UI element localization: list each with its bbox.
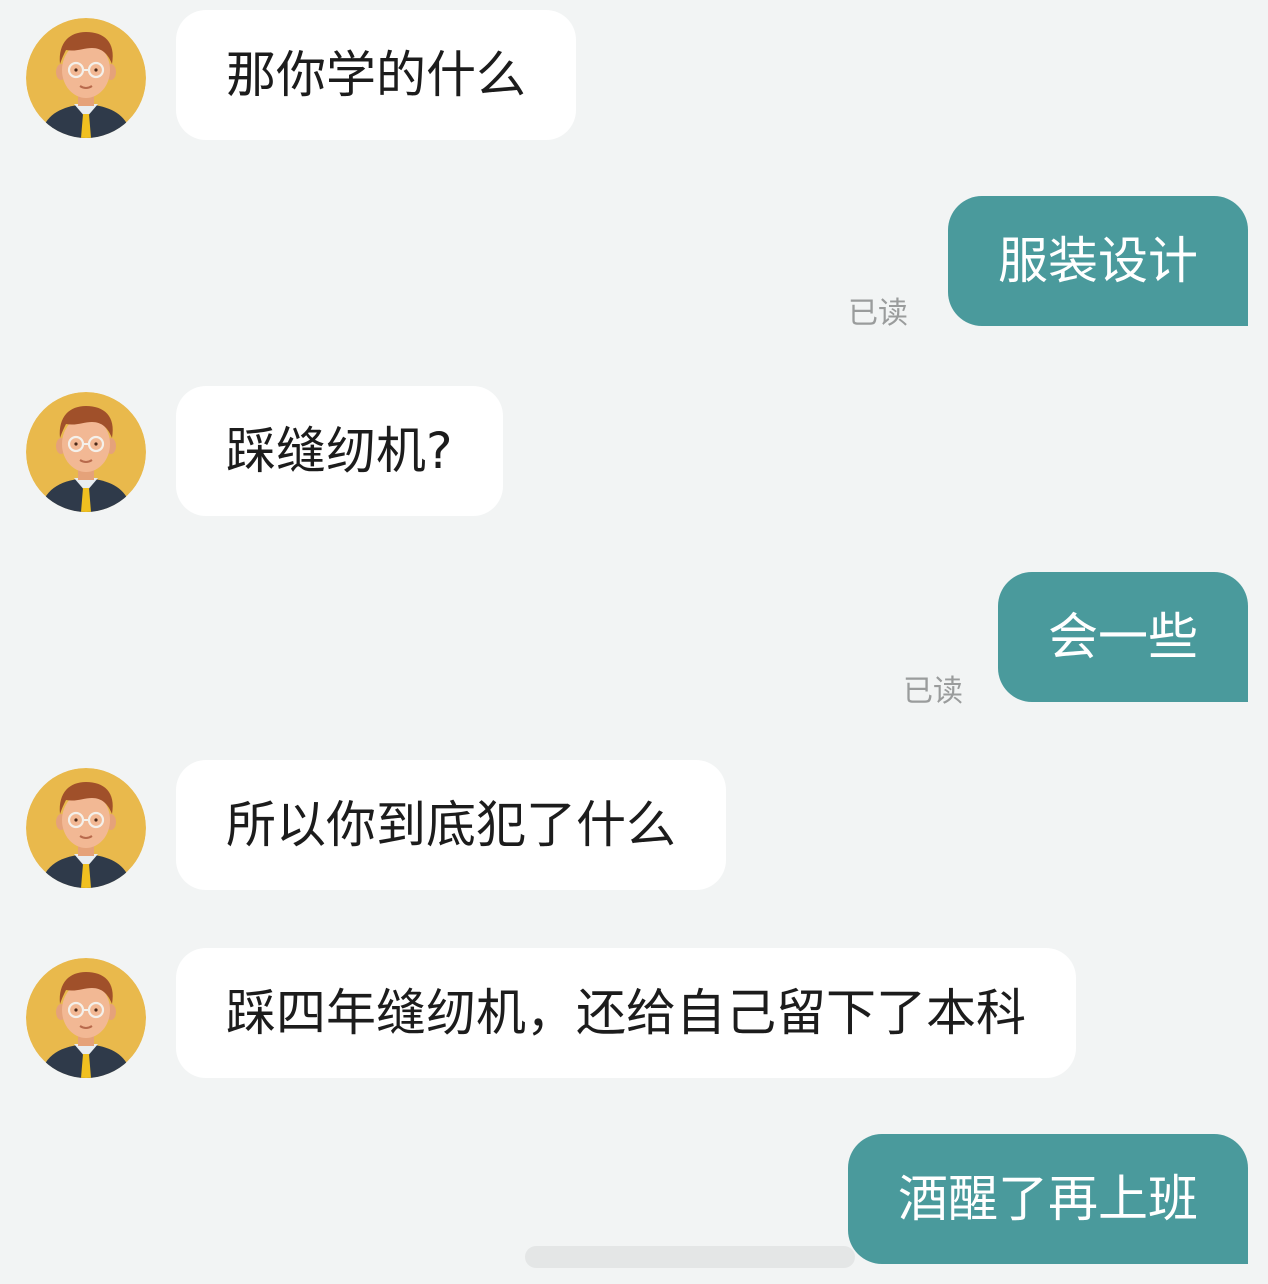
man-with-glasses-avatar[interactable] — [26, 768, 146, 888]
man-with-glasses-avatar[interactable] — [26, 392, 146, 512]
read-status: 已读 — [903, 674, 963, 709]
man-with-glasses-avatar[interactable] — [26, 18, 146, 138]
outgoing-message-bubble[interactable]: 会一些 — [998, 572, 1248, 702]
man-with-glasses-avatar[interactable] — [26, 958, 146, 1078]
outgoing-message-bubble[interactable]: 酒醒了再上班 — [848, 1134, 1248, 1264]
read-status: 已读 — [848, 296, 908, 331]
incoming-message-bubble[interactable]: 那你学的什么 — [176, 10, 576, 140]
incoming-message-bubble[interactable]: 踩缝纫机? — [176, 386, 503, 516]
blurred-watermark — [525, 1246, 855, 1268]
incoming-message-bubble[interactable]: 踩四年缝纫机，还给自己留下了本科 — [176, 948, 1076, 1078]
outgoing-message-bubble[interactable]: 服装设计 — [948, 196, 1248, 326]
chat-window: 那你学的什么 已读 服装设计 踩缝纫机? 已读 会一些 所以你到底犯了什么 踩四… — [0, 0, 1268, 1284]
incoming-message-bubble[interactable]: 所以你到底犯了什么 — [176, 760, 726, 890]
